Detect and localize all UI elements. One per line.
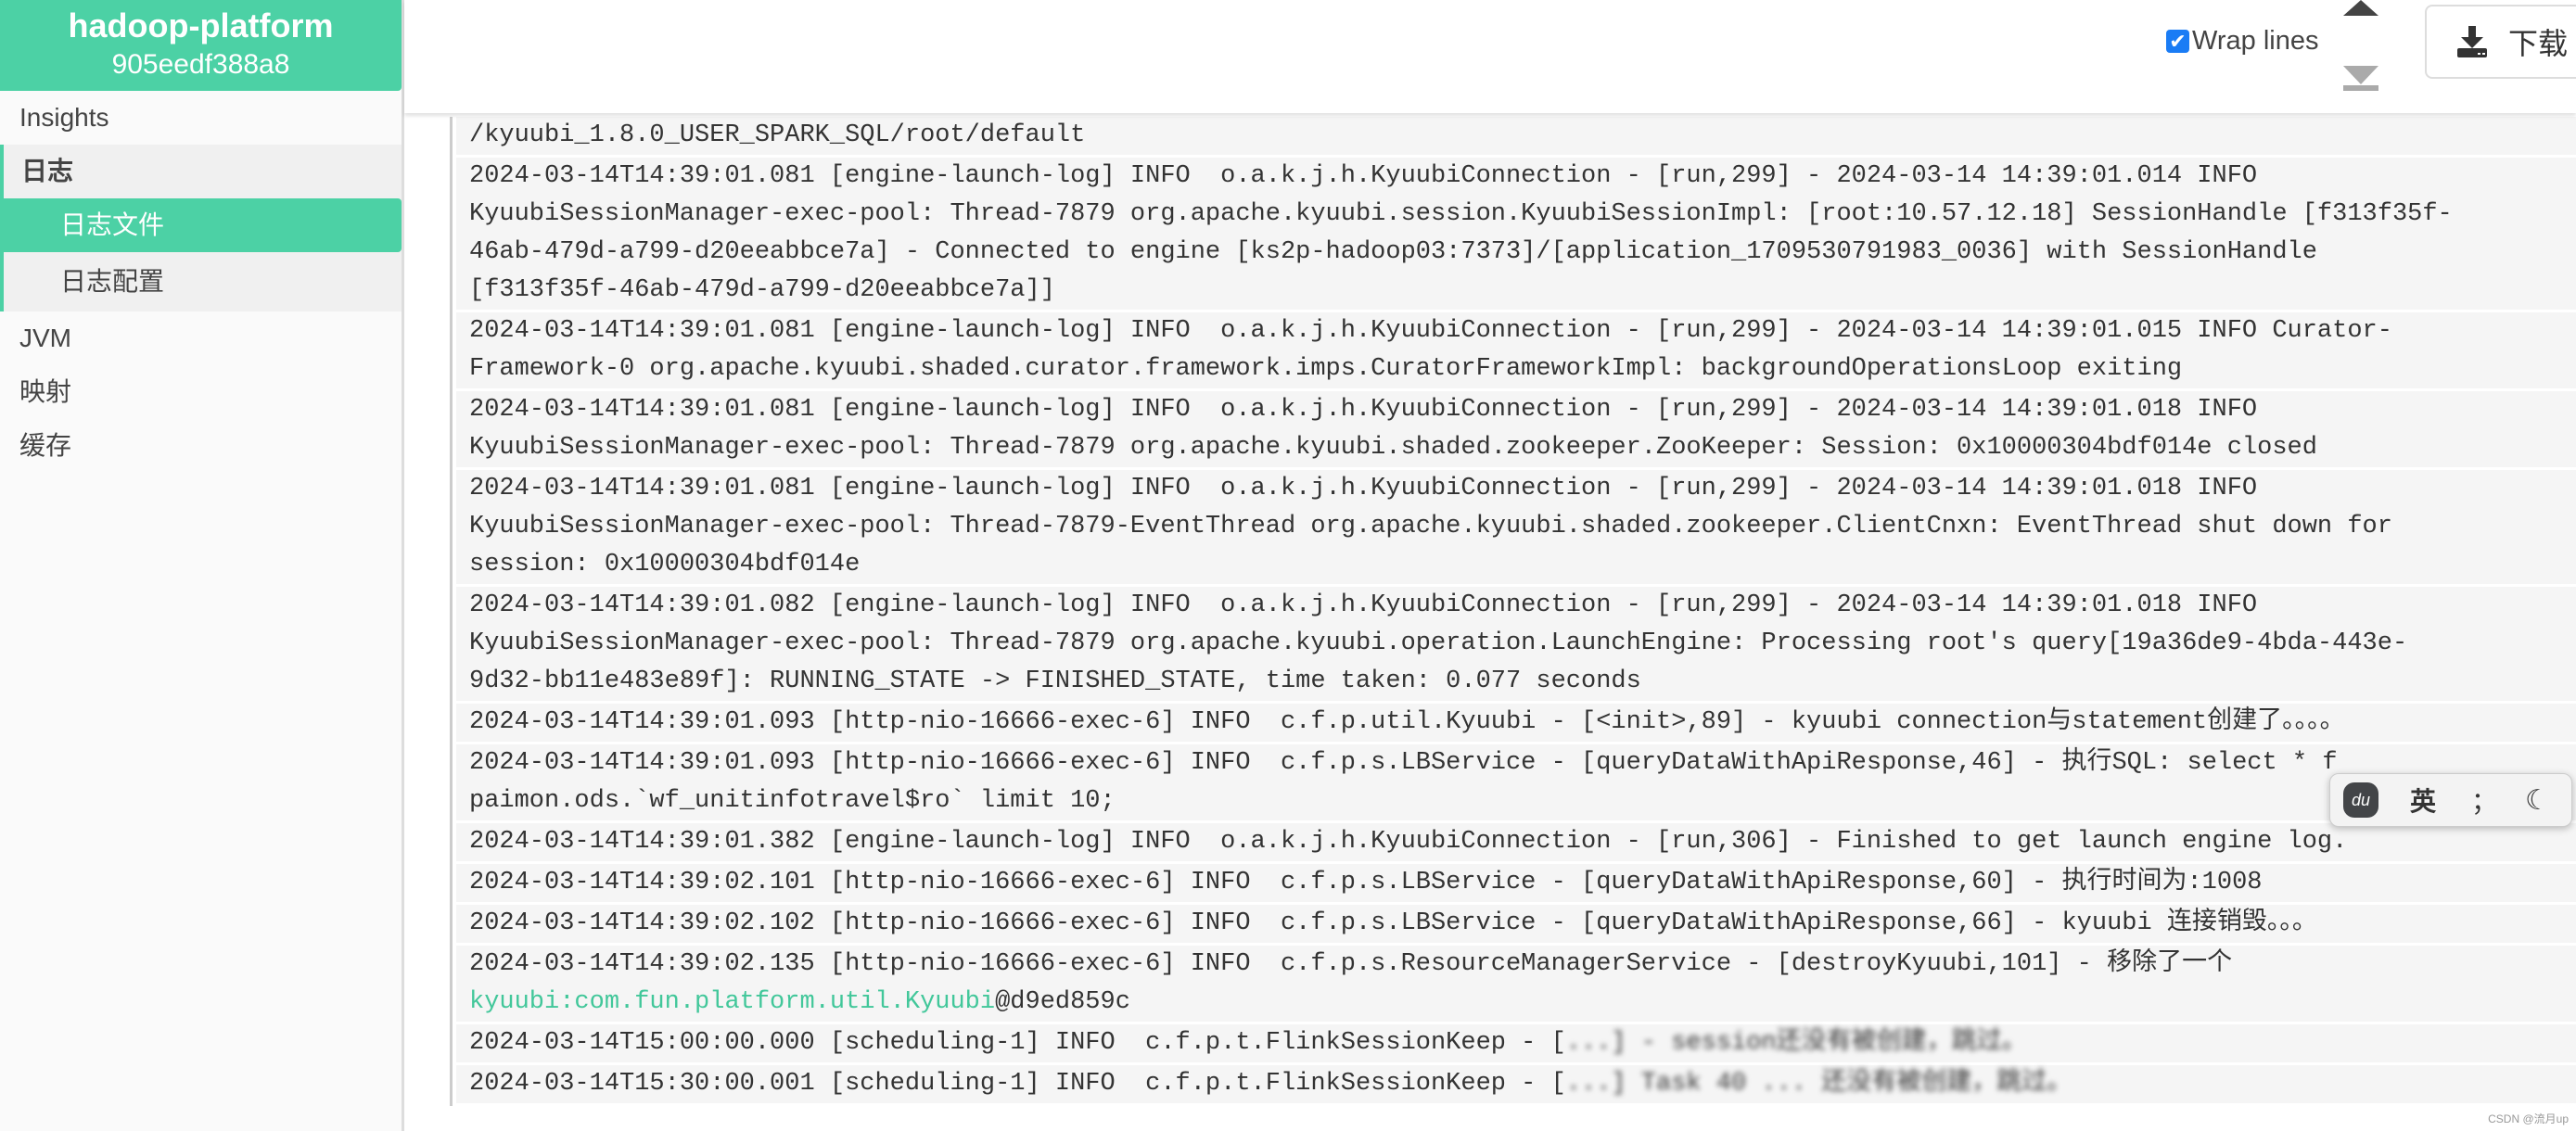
log-line: 2024-03-14T14:39:01.081 [engine-launch-l… bbox=[469, 470, 2576, 508]
log-line: 2024-03-14T14:39:02.101 [http-nio-16666-… bbox=[469, 864, 2576, 902]
log-line: 2024-03-14T14:39:02.135 [http-nio-16666-… bbox=[469, 946, 2576, 984]
log-line: 46ab-479d-a799-d20eeabbce7a] - Connected… bbox=[469, 234, 2576, 272]
log-line: 2024-03-14T14:39:01.382 [engine-launch-l… bbox=[469, 823, 2576, 861]
log-text: 2024-03-14T15:00:00.000 [scheduling-1] I… bbox=[469, 1029, 1566, 1057]
app-brand[interactable]: hadoop-platform 905eedf388a8 bbox=[0, 0, 402, 91]
sidebar-item-log-config[interactable]: 日志配置 bbox=[4, 252, 402, 311]
log-text: 2024-03-14T14:39:01.093 [http-nio-16666-… bbox=[469, 708, 2345, 736]
log-line: 2024-03-14T14:39:01.093 [http-nio-16666-… bbox=[469, 704, 2576, 742]
sidebar: hadoop-platform 905eedf388a8 Insights 日志… bbox=[0, 0, 404, 1131]
ime-mode[interactable]: 英 bbox=[2410, 782, 2436, 819]
log-text: KyuubiSessionManager-exec-pool: Thread-7… bbox=[469, 200, 2453, 228]
log-toolbar: ✔ Wrap lines 下载 bbox=[404, 0, 2576, 113]
ime-toolbar[interactable]: du 英 ； ☾ bbox=[2329, 773, 2572, 827]
wrap-lines-toggle[interactable]: ✔ Wrap lines bbox=[2166, 26, 2318, 57]
log-viewer[interactable]: /kyuubi_1.8.0_USER_SPARK_SQL/root/defaul… bbox=[450, 117, 2576, 1106]
log-line: KyuubiSessionManager-exec-pool: Thread-7… bbox=[469, 625, 2576, 663]
log-line: [f313f35f-46ab-479d-a799-d20eeabbce7a]] bbox=[469, 272, 2576, 310]
sidebar-item-logs[interactable]: 日志 bbox=[4, 145, 402, 198]
instance-id: 905eedf388a8 bbox=[111, 49, 290, 80]
log-text: /kyuubi_1.8.0_USER_SPARK_SQL/root/defaul… bbox=[469, 121, 1086, 149]
log-line: KyuubiSessionManager-exec-pool: Thread-7… bbox=[469, 196, 2576, 234]
log-entry: 2024-03-14T14:39:01.081 [engine-launch-l… bbox=[456, 312, 2576, 388]
log-text: 2024-03-14T14:39:01.093 [http-nio-16666-… bbox=[469, 749, 2338, 777]
log-text: 2024-03-14T14:39:01.081 [engine-launch-l… bbox=[469, 396, 2258, 424]
log-text: 46ab-479d-a799-d20eeabbce7a] - Connected… bbox=[469, 238, 2317, 266]
log-line: 2024-03-14T14:39:01.093 [http-nio-16666-… bbox=[469, 744, 2576, 782]
log-line: KyuubiSessionManager-exec-pool: Thread-7… bbox=[469, 508, 2576, 546]
log-text: 2024-03-14T14:39:01.082 [engine-launch-l… bbox=[469, 591, 2258, 619]
log-text: 2024-03-14T14:39:01.081 [engine-launch-l… bbox=[469, 475, 2258, 502]
sidebar-item-jvm[interactable]: JVM bbox=[0, 311, 402, 365]
sidebar-item-cache[interactable]: 缓存 bbox=[0, 419, 402, 473]
log-line: session: 0x10000304bdf014e bbox=[469, 546, 2576, 584]
download-button[interactable]: 下载 bbox=[2425, 5, 2576, 79]
log-text: @d9ed859c bbox=[995, 988, 1130, 1016]
log-line: 2024-03-14T14:39:01.082 [engine-launch-l… bbox=[469, 587, 2576, 625]
redacted-text: ...] - session还没有被创建，跳过。 bbox=[1565, 1029, 2027, 1057]
log-entry: 2024-03-14T14:39:01.082 [engine-launch-l… bbox=[456, 587, 2576, 701]
sidebar-item-insights[interactable]: Insights bbox=[0, 91, 402, 145]
log-entry: 2024-03-14T14:39:01.382 [engine-launch-l… bbox=[456, 823, 2576, 861]
log-entry: 2024-03-14T14:39:01.081 [engine-launch-l… bbox=[456, 158, 2576, 310]
log-link[interactable]: kyuubi:com.fun.platform.util.Kyuubi bbox=[469, 988, 995, 1016]
log-text: Framework-0 org.apache.kyuubi.shaded.cur… bbox=[469, 355, 2183, 383]
log-text: 2024-03-14T14:39:01.081 [engine-launch-l… bbox=[469, 317, 2392, 345]
log-line: 2024-03-14T15:00:00.000 [scheduling-1] I… bbox=[469, 1024, 2576, 1062]
log-line: kyuubi:com.fun.platform.util.Kyuubi@d9ed… bbox=[469, 984, 2576, 1022]
log-entry: 2024-03-14T14:39:01.081 [engine-launch-l… bbox=[456, 470, 2576, 584]
log-text: KyuubiSessionManager-exec-pool: Thread-7… bbox=[469, 513, 2392, 540]
log-entry: 2024-03-14T14:39:01.093 [http-nio-16666-… bbox=[456, 744, 2576, 820]
app-name: hadoop-platform bbox=[68, 6, 334, 44]
log-line: KyuubiSessionManager-exec-pool: Thread-7… bbox=[469, 429, 2576, 467]
download-icon bbox=[2457, 26, 2487, 57]
log-text: 2024-03-14T14:39:01.081 [engine-launch-l… bbox=[469, 162, 2258, 190]
scroll-bottom-icon[interactable] bbox=[2343, 66, 2378, 91]
log-entry: 2024-03-14T14:39:02.135 [http-nio-16666-… bbox=[456, 946, 2576, 1022]
log-entry: 2024-03-14T14:39:02.101 [http-nio-16666-… bbox=[456, 864, 2576, 902]
log-line: 2024-03-14T14:39:01.081 [engine-launch-l… bbox=[469, 158, 2576, 196]
log-text: 2024-03-14T14:39:02.101 [http-nio-16666-… bbox=[469, 869, 2263, 896]
log-text: 2024-03-14T14:39:02.135 [http-nio-16666-… bbox=[469, 950, 2233, 978]
log-entry: 2024-03-14T14:39:01.093 [http-nio-16666-… bbox=[456, 704, 2576, 742]
log-line: Framework-0 org.apache.kyuubi.shaded.cur… bbox=[469, 350, 2576, 388]
log-line: /kyuubi_1.8.0_USER_SPARK_SQL/root/defaul… bbox=[469, 117, 2576, 155]
log-entry: 2024-03-14T14:39:01.081 [engine-launch-l… bbox=[456, 391, 2576, 467]
log-text: KyuubiSessionManager-exec-pool: Thread-7… bbox=[469, 629, 2408, 657]
log-line: 2024-03-14T14:39:01.081 [engine-launch-l… bbox=[469, 312, 2576, 350]
log-text: 9d32-bb11e483e89f]: RUNNING_STATE -> FIN… bbox=[469, 667, 1641, 695]
log-text: [f313f35f-46ab-479d-a799-d20eeabbce7a]] bbox=[469, 276, 1055, 304]
ime-logo: du bbox=[2343, 782, 2378, 818]
log-line: 2024-03-14T14:39:01.081 [engine-launch-l… bbox=[469, 391, 2576, 429]
watermark: CSDN @流月up bbox=[2488, 1112, 2569, 1125]
wrap-lines-label: Wrap lines bbox=[2192, 26, 2319, 56]
log-line: 2024-03-14T15:30:00.001 [scheduling-1] I… bbox=[469, 1065, 2576, 1103]
download-label: 下载 bbox=[2508, 27, 2569, 60]
log-entry: 2024-03-14T15:30:00.001 [scheduling-1] I… bbox=[456, 1065, 2576, 1103]
log-text: 2024-03-14T14:39:01.382 [engine-launch-l… bbox=[469, 828, 2348, 856]
log-entry: 2024-03-14T15:00:00.000 [scheduling-1] I… bbox=[456, 1024, 2576, 1062]
log-entry: /kyuubi_1.8.0_USER_SPARK_SQL/root/defaul… bbox=[456, 117, 2576, 155]
moon-icon[interactable]: ☾ bbox=[2525, 784, 2550, 817]
log-text: paimon.ods.`wf_unitinfotravel$ro` limit … bbox=[469, 787, 1116, 815]
sidebar-item-log-files[interactable]: 日志文件 bbox=[0, 198, 402, 252]
redacted-text: ...] Task 40 ... 还没有被创建，跳过。 bbox=[1565, 1070, 2072, 1098]
scroll-top-icon[interactable] bbox=[2343, 0, 2378, 16]
ime-punct[interactable]: ； bbox=[2471, 782, 2497, 819]
sidebar-item-mappings[interactable]: 映射 bbox=[0, 365, 402, 419]
log-line: 2024-03-14T14:39:02.102 [http-nio-16666-… bbox=[469, 905, 2576, 943]
log-entry: 2024-03-14T14:39:02.102 [http-nio-16666-… bbox=[456, 905, 2576, 943]
log-text: 2024-03-14T14:39:02.102 [http-nio-16666-… bbox=[469, 909, 2317, 937]
sidebar-group-logs: 日志 日志文件 日志配置 bbox=[0, 145, 402, 311]
wrap-lines-checkbox[interactable]: ✔ bbox=[2166, 30, 2189, 53]
log-line: paimon.ods.`wf_unitinfotravel$ro` limit … bbox=[469, 782, 2576, 820]
log-text: KyuubiSessionManager-exec-pool: Thread-7… bbox=[469, 434, 2317, 462]
log-text: session: 0x10000304bdf014e bbox=[469, 551, 861, 578]
log-text: 2024-03-14T15:30:00.001 [scheduling-1] I… bbox=[469, 1070, 1566, 1098]
log-line: 9d32-bb11e483e89f]: RUNNING_STATE -> FIN… bbox=[469, 663, 2576, 701]
